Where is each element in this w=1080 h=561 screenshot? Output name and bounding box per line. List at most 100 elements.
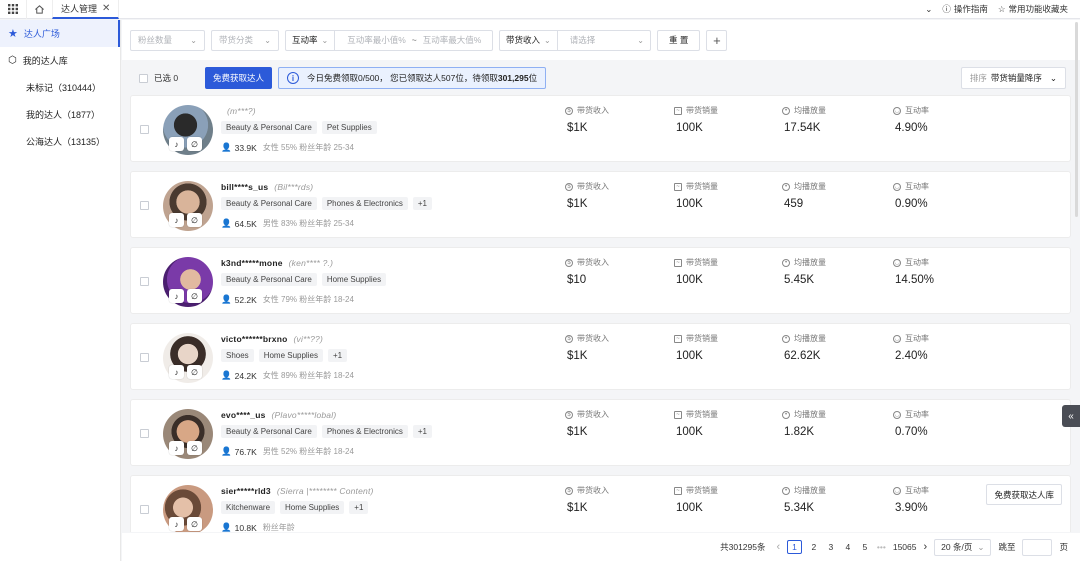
metric-income: $ 带货收入 $1K <box>565 333 609 362</box>
apps-grid-icon[interactable] <box>0 0 26 19</box>
star-outline-icon: ☆ <box>997 3 1006 14</box>
select-all[interactable]: 已选 0 <box>139 72 205 84</box>
link-icon[interactable]: ∅ <box>187 517 202 531</box>
metric-sales: ~ 带货销量 100K <box>674 485 718 514</box>
category-tag: Phones & Electronics <box>321 197 408 210</box>
category-tag: Home Supplies <box>280 501 345 514</box>
creator-name[interactable]: victo******brxno <box>221 334 288 344</box>
claim-creators-button[interactable]: 免费获取达人 <box>205 67 273 89</box>
creator-card[interactable]: ♪ ∅ k3nd*****mone (ken**** ?.) Beauty & P… <box>130 247 1071 314</box>
metric-label: 带货销量 <box>686 334 718 343</box>
metric-views: • 均播放量 5.45K <box>782 257 826 286</box>
jump-page-input[interactable] <box>1022 538 1053 556</box>
home-icon[interactable] <box>26 0 52 19</box>
metric-label: 互动率 <box>905 334 929 343</box>
row-checkbox[interactable] <box>140 505 149 514</box>
creator-card[interactable]: ♪ ∅ victo******brxno (vi**??) Shoes Home S… <box>130 323 1071 390</box>
page-1[interactable]: 1 <box>787 540 802 554</box>
income-type-select[interactable]: 带货收入 ⌄ <box>500 30 558 50</box>
metric-value: 100K <box>676 426 703 438</box>
category-placeholder: 带货分类 <box>219 35 254 45</box>
pagination-ellipsis[interactable]: ••• <box>877 542 886 552</box>
sidebar-item-public-pool[interactable]: 公海达人（13135） <box>0 128 120 155</box>
sidebar-item-creator-square[interactable]: ★ 达人广场 <box>0 20 120 47</box>
dollar-icon: $ <box>565 410 573 419</box>
metric-engagement: ◡ 互动率 3.90% <box>893 485 929 514</box>
page-3[interactable]: 3 <box>826 542 836 552</box>
creator-name[interactable]: evo****_us <box>221 410 266 420</box>
add-filter-button[interactable]: + <box>706 29 728 51</box>
row-checkbox[interactable] <box>140 429 149 438</box>
fans-count-select[interactable]: 粉丝数量 ⌄ <box>130 29 205 51</box>
sidebar: ★ 达人广场 ⬡ 我的达人库 未标记（310444） 我的达人（1877） 公海… <box>0 20 121 561</box>
audience-demographics: 女性 89% 粉丝年龄 18-24 <box>262 371 354 380</box>
creator-name[interactable]: k3nd*****mone <box>221 258 283 268</box>
page-size-select[interactable]: 20 条/页 ⌄ <box>934 538 992 556</box>
page-last[interactable]: 15065 <box>893 542 917 552</box>
creator-alias: (Bil***rds) <box>274 182 314 192</box>
link-icon[interactable]: ∅ <box>187 213 202 227</box>
category-tag: Kitchenware <box>221 501 276 514</box>
metric-label: 带货销量 <box>686 182 718 191</box>
metric-value: $1K <box>567 502 588 514</box>
tab-creator-management[interactable]: 达人管理 ✕ <box>52 0 120 19</box>
chevron-down-icon[interactable]: ⌄ <box>925 4 932 15</box>
creator-name[interactable]: bill****s_us <box>221 182 268 192</box>
creator-name-line: sier*****rld3 (Sierra |******** Content) <box>221 486 374 496</box>
select-all-checkbox[interactable] <box>139 73 148 83</box>
row-checkbox[interactable] <box>140 201 149 210</box>
link-icon[interactable]: ∅ <box>187 441 202 455</box>
page-2[interactable]: 2 <box>809 542 819 552</box>
audience-demographics: 男性 52% 粉丝年龄 18-24 <box>262 447 354 456</box>
reset-button[interactable]: 重 置 <box>657 29 701 51</box>
link-icon[interactable]: ∅ <box>187 289 202 303</box>
creator-card[interactable]: ♪ ∅ sier*****rld3 (Sierra |******** Conte… <box>130 475 1071 532</box>
scrollbar[interactable] <box>1075 22 1078 217</box>
metric-label: 带货收入 <box>577 410 609 419</box>
income-value-select[interactable]: 请选择 <box>564 34 596 46</box>
tiktok-icon: ♪ <box>169 213 184 227</box>
metric-income: $ 带货收入 $1K <box>565 409 609 438</box>
sidebar-item-my-creators[interactable]: 我的达人（1877） <box>0 101 120 128</box>
claim-creator-button[interactable]: 免费获取达人库 <box>986 484 1062 505</box>
row-checkbox[interactable] <box>140 277 149 286</box>
link-icon[interactable]: ∅ <box>187 137 202 151</box>
page-4[interactable]: 4 <box>843 542 853 552</box>
favorites-link[interactable]: ☆ 常用功能收藏夹 <box>998 3 1068 15</box>
next-page-icon[interactable]: › <box>923 541 927 553</box>
page-5[interactable]: 5 <box>860 542 870 552</box>
interaction-min-input[interactable]: 互动率最小值% <box>341 34 406 46</box>
interaction-max-input[interactable]: 互动率最大值% <box>423 34 482 46</box>
creator-card[interactable]: ♪ ∅ evo****_us (Plavo*****lobal) Beauty &… <box>130 399 1071 466</box>
creator-card[interactable]: ♪ ∅ bill****s_us (Bil***rds) Beauty & Per… <box>130 171 1071 238</box>
category-tags: Beauty & Personal Care Home Supplies <box>221 273 387 286</box>
collapse-panel-icon[interactable]: « <box>1062 405 1080 427</box>
sort-select[interactable]: 排序 带货销量降序 ⌄ <box>960 67 1066 89</box>
link-icon[interactable]: ∅ <box>187 365 202 379</box>
chart-icon: ~ <box>674 410 682 419</box>
prev-page-icon[interactable]: ‹ <box>777 541 781 553</box>
row-checkbox[interactable] <box>140 353 149 362</box>
metric-value: $1K <box>567 350 588 362</box>
eye-icon: • <box>782 334 790 343</box>
audience-stats: 👤 10.8K 粉丝年龄 <box>221 522 295 532</box>
metric-sales: ~ 带货销量 100K <box>674 257 718 286</box>
creator-name[interactable]: sier*****rld3 <box>221 486 271 496</box>
creator-card[interactable]: ♪ ∅ (m***?) Beauty & Personal Care Pet Su… <box>130 95 1071 162</box>
metric-value: 459 <box>784 198 804 210</box>
sidebar-item-my-library[interactable]: ⬡ 我的达人库 <box>0 47 120 74</box>
category-select[interactable]: 带货分类 ⌄ <box>211 29 279 51</box>
interaction-type-select[interactable]: 互动率 ⌄ <box>286 30 336 50</box>
filter-bar: 粉丝数量 ⌄ 带货分类 ⌄ 互动率 ⌄ 互动率最小值% ~ 互动率最大值% 带货… <box>122 20 1080 60</box>
close-icon[interactable]: ✕ <box>102 3 110 14</box>
interaction-range: 互动率 ⌄ 互动率最小值% ~ 互动率最大值% <box>285 29 493 51</box>
user-icon: 👤 <box>221 522 232 532</box>
audience-demographics: 女性 55% 粉丝年龄 25-34 <box>262 143 354 152</box>
creator-alias: (Plavo*****lobal) <box>271 410 337 420</box>
help-circle-icon: ⓘ <box>942 4 951 14</box>
metric-label: 均播放量 <box>794 410 826 419</box>
sidebar-item-unmarked[interactable]: 未标记（310444） <box>0 74 120 101</box>
guide-link[interactable]: ⓘ 操作指南 <box>942 3 988 15</box>
row-checkbox[interactable] <box>140 125 149 134</box>
metric-label: 带货销量 <box>686 106 718 115</box>
